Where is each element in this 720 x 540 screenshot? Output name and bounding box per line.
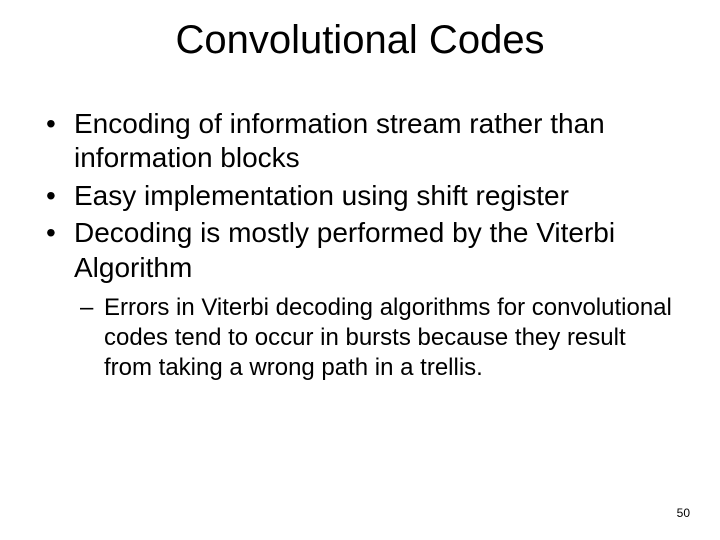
bullet-item: Encoding of information stream rather th…	[40, 107, 680, 176]
bullet-list: Encoding of information stream rather th…	[40, 107, 680, 383]
page-number: 50	[677, 506, 690, 520]
sub-bullet-item: Errors in Viterbi decoding algorithms fo…	[74, 293, 680, 383]
bullet-item: Easy implementation using shift register	[40, 179, 680, 213]
bullet-item: Decoding is mostly performed by the Vite…	[40, 216, 680, 383]
sub-bullet-list: Errors in Viterbi decoding algorithms fo…	[74, 293, 680, 383]
slide: Convolutional Codes Encoding of informat…	[0, 0, 720, 540]
bullet-text: Decoding is mostly performed by the Vite…	[74, 217, 615, 282]
slide-title: Convolutional Codes	[40, 18, 680, 63]
